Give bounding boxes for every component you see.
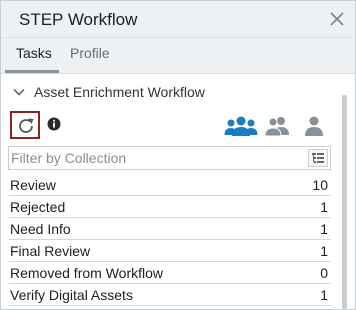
info-icon[interactable] bbox=[47, 117, 61, 131]
tasks-content: Asset Enrichment Workflow Filter by Coll… bbox=[1, 75, 355, 309]
list-item[interactable]: Need Info 1 bbox=[9, 218, 331, 240]
filter-input[interactable] bbox=[9, 147, 299, 169]
state-count: 1 bbox=[320, 199, 328, 215]
tab-profile[interactable]: Profile bbox=[70, 45, 110, 61]
state-label: Final Review bbox=[10, 243, 91, 259]
state-label: Verify Digital Assets bbox=[10, 287, 133, 303]
tree-list-icon bbox=[312, 153, 324, 163]
state-label: Need Info bbox=[10, 221, 71, 237]
panel-header: STEP Workflow bbox=[1, 1, 355, 38]
refresh-button[interactable] bbox=[10, 111, 40, 139]
paired-users-icon[interactable] bbox=[264, 115, 290, 137]
active-tab-indicator bbox=[5, 70, 59, 73]
close-icon[interactable] bbox=[327, 9, 347, 29]
workflow-section-title: Asset Enrichment Workflow bbox=[34, 84, 205, 100]
panel-title: STEP Workflow bbox=[19, 10, 138, 29]
state-label: Review bbox=[10, 177, 56, 193]
filter-field bbox=[8, 146, 331, 170]
state-count: 1 bbox=[320, 221, 328, 237]
tab-bar: Tasks Profile bbox=[1, 38, 355, 74]
step-workflow-panel: STEP Workflow Tasks Profile Asset Enrich… bbox=[0, 0, 356, 310]
state-count: 0 bbox=[320, 265, 328, 281]
workflow-section-header[interactable]: Asset Enrichment Workflow bbox=[13, 83, 205, 101]
vertical-scrollbar[interactable] bbox=[342, 95, 347, 309]
state-count: 10 bbox=[312, 177, 328, 193]
state-count: 1 bbox=[320, 287, 328, 303]
list-item[interactable]: Removed from Workflow 0 bbox=[9, 262, 331, 284]
team-users-icon[interactable] bbox=[224, 115, 258, 137]
list-item[interactable]: Final Review 1 bbox=[9, 240, 331, 262]
list-item[interactable]: Review 10 bbox=[9, 174, 331, 196]
list-item[interactable]: Verify Digital Assets 1 bbox=[9, 284, 331, 306]
list-item[interactable]: Rejected 1 bbox=[9, 196, 331, 218]
state-count: 1 bbox=[320, 243, 328, 259]
filter-options-button[interactable] bbox=[308, 149, 328, 167]
single-user-icon[interactable] bbox=[303, 115, 325, 137]
state-label: Rejected bbox=[10, 199, 66, 215]
workflow-state-list: Review 10 Rejected 1 Need Info 1 Final R… bbox=[9, 174, 331, 306]
tab-tasks[interactable]: Tasks bbox=[16, 45, 52, 61]
refresh-icon bbox=[19, 118, 34, 133]
state-label: Removed from Workflow bbox=[10, 265, 164, 281]
chevron-down-icon bbox=[13, 89, 25, 96]
